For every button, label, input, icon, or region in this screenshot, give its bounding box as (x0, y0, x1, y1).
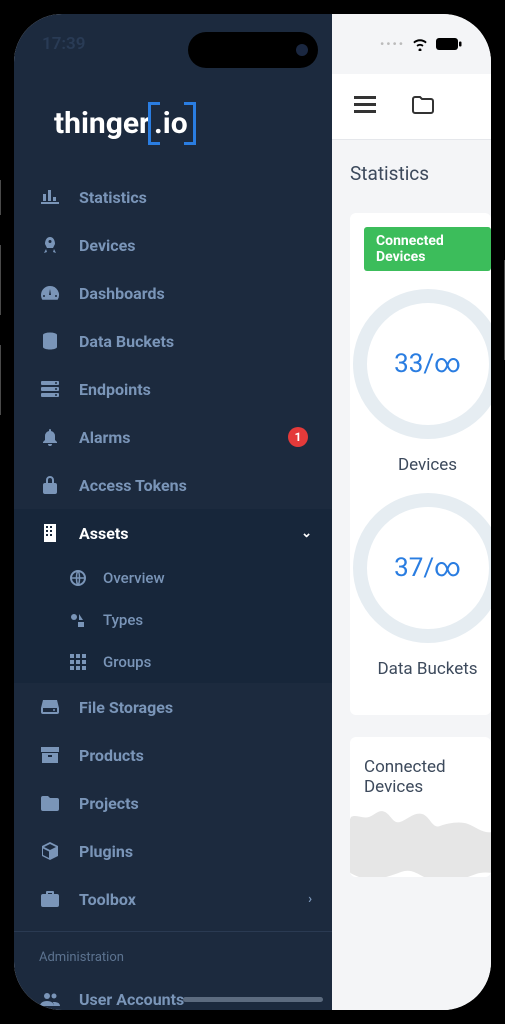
sidebar-item-label: File Storages (79, 698, 173, 717)
sidebar-item-label: Alarms (79, 428, 130, 447)
sidebar-item-data-buckets[interactable]: Data Buckets (14, 317, 332, 365)
gauge-label: Data Buckets (377, 659, 477, 679)
sidebar-item-projects[interactable]: Projects (14, 779, 332, 827)
sidebar-item-dashboards[interactable]: Dashboards (14, 269, 332, 317)
rocket-icon (39, 234, 61, 256)
sidebar-item-assets[interactable]: Assets ⌄ (14, 509, 332, 557)
stats-card: Connected Devices 33/∞ Devices 37/∞ Data… (350, 213, 491, 715)
status-time: 17:39 (42, 34, 85, 54)
sidebar-item-plugins[interactable]: Plugins (14, 827, 332, 875)
sidebar-item-devices[interactable]: Devices (14, 221, 332, 269)
header-bar (332, 74, 491, 140)
shapes-icon (69, 611, 87, 629)
sidebar-subitem-label: Groups (103, 653, 151, 671)
gauge-circle: 33/∞ (353, 289, 492, 439)
sidebar-item-label: Toolbox (79, 890, 136, 909)
home-indicator[interactable] (183, 997, 323, 1002)
world-map-icon (350, 787, 491, 877)
sidebar-item-label: Products (79, 746, 144, 765)
gauge-label: Devices (398, 455, 457, 475)
gauge-circle: 37/∞ (353, 493, 492, 643)
sidebar-item-label: Devices (79, 236, 135, 255)
sidebar-item-products[interactable]: Products (14, 731, 332, 779)
alarms-badge: 1 (288, 427, 308, 447)
main-content: Statistics Connected Devices 33/∞ Device… (332, 14, 491, 1010)
sidebar-subitem-groups[interactable]: Groups (14, 641, 332, 683)
gauge-value: 37/∞ (394, 553, 461, 583)
sidebar: thinger.io Statistics Devices Dashboards (14, 14, 332, 1010)
sidebar-item-user-accounts[interactable]: User Accounts (14, 975, 332, 1010)
sidebar-item-file-storages[interactable]: File Storages (14, 683, 332, 731)
sidebar-subitem-label: Overview (103, 569, 165, 587)
server-icon (39, 378, 61, 400)
chevron-right-icon: › (308, 892, 312, 907)
folder-outline-icon[interactable] (412, 96, 434, 118)
sidebar-item-label: Assets (79, 524, 128, 543)
database-icon (39, 330, 61, 352)
sidebar-item-label: Plugins (79, 842, 133, 861)
folder-icon (39, 792, 61, 814)
logo[interactable]: thinger.io (14, 104, 332, 173)
box-icon (39, 744, 61, 766)
users-icon (39, 988, 61, 1010)
building-icon (39, 522, 61, 544)
cube-icon (39, 840, 61, 862)
sidebar-subitem-overview[interactable]: Overview (14, 557, 332, 599)
sidebar-item-toolbox[interactable]: Toolbox › (14, 875, 332, 923)
bell-icon (39, 426, 61, 448)
phone-volume-up (0, 245, 1, 315)
gauge-value: 33/∞ (394, 349, 461, 379)
sidebar-item-label: Access Tokens (79, 476, 187, 495)
chart-bar-icon (39, 186, 61, 208)
phone-volume-down (0, 345, 1, 415)
sidebar-item-label: Projects (79, 794, 139, 813)
phone-screen: 17:39 •••• thinger.io Statistics (14, 14, 491, 1010)
logo-prefix: thinger (54, 106, 150, 141)
grid-icon (69, 653, 87, 671)
sidebar-item-alarms[interactable]: Alarms 1 (14, 413, 332, 461)
chevron-down-icon: ⌄ (301, 526, 312, 541)
gauge-devices: 33/∞ Devices (364, 289, 491, 475)
sidebar-item-label: Endpoints (79, 380, 151, 399)
hamburger-menu-icon[interactable] (354, 96, 376, 118)
gauge-icon (39, 282, 61, 304)
section-header-administration: Administration (14, 931, 332, 975)
sidebar-item-endpoints[interactable]: Endpoints (14, 365, 332, 413)
sidebar-item-label: Dashboards (79, 284, 165, 303)
gauge-data-buckets: 37/∞ Data Buckets (364, 493, 491, 679)
hdd-icon (39, 696, 61, 718)
sidebar-item-statistics[interactable]: Statistics (14, 173, 332, 221)
sidebar-nav: Statistics Devices Dashboards Data Bucke… (14, 173, 332, 1010)
battery-icon (435, 37, 463, 51)
sidebar-item-label: User Accounts (79, 990, 184, 1009)
connected-devices-card: Connected Devices (350, 737, 491, 877)
sidebar-item-label: Statistics (79, 188, 147, 207)
connected-devices-badge: Connected Devices (364, 227, 491, 271)
phone-frame: 17:39 •••• thinger.io Statistics (0, 0, 505, 1024)
sidebar-subitem-types[interactable]: Types (14, 599, 332, 641)
globe-icon (69, 569, 87, 587)
sidebar-subitem-label: Types (103, 611, 143, 629)
cellular-dots-icon: •••• (380, 37, 405, 51)
page-title: Statistics (332, 140, 491, 207)
sidebar-item-label: Data Buckets (79, 332, 174, 351)
briefcase-icon (39, 888, 61, 910)
lock-icon (39, 474, 61, 496)
dynamic-island (188, 32, 318, 68)
phone-mute-switch (0, 180, 1, 215)
wifi-icon (411, 37, 429, 51)
sidebar-item-access-tokens[interactable]: Access Tokens (14, 461, 332, 509)
